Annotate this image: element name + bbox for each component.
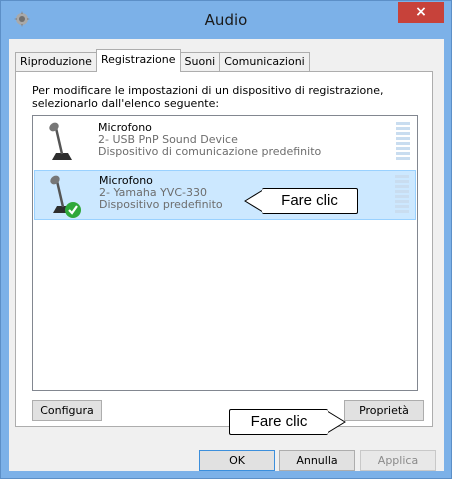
device-item-yamaha[interactable]: Microfono 2- Yamaha YVC-330 Dispositivo … [34,170,416,220]
cancel-button[interactable]: Annulla [279,450,355,471]
tab-registrazione[interactable]: Registrazione [95,49,181,72]
audio-dialog: Audio × Riproduzione Registrazione Suoni… [0,0,452,479]
device-status: Dispositivo predefinito [99,198,223,211]
callout-properties: Fare clic [229,409,328,435]
device-item-usb-pnp[interactable]: Microfono 2- USB PnP Sound Device Dispos… [34,118,416,168]
instructions-line-2: selezionarlo dall'elenco seguente: [32,97,220,110]
callout-device: Fare clic [262,188,358,214]
configure-button[interactable]: Configura [32,400,102,421]
title-bar[interactable]: Audio × [1,1,451,39]
level-meter [395,175,409,215]
tab-suoni[interactable]: Suoni [179,52,221,72]
tab-comunicazioni[interactable]: Comunicazioni [219,52,310,72]
apply-button[interactable]: Applica [360,450,436,471]
tab-strip: Riproduzione Registrazione Suoni Comunic… [15,49,310,72]
microphone-default-icon [50,175,81,218]
device-list[interactable]: Microfono 2- USB PnP Sound Device Dispos… [32,115,418,391]
close-button[interactable]: × [398,2,444,23]
dialog-client-area: Riproduzione Registrazione Suoni Comunic… [9,39,444,471]
instructions-line-1: Per modificare le impostazioni di un dis… [32,84,384,97]
recording-panel: Per modificare le impostazioni di un dis… [15,71,433,427]
tab-riproduzione[interactable]: Riproduzione [15,52,97,72]
level-meter [396,122,410,162]
device-status: Dispositivo di comunicazione predefinito [98,145,322,158]
window-title: Audio [204,11,248,29]
microphone-icon [49,122,72,160]
properties-button[interactable]: Proprietà [344,400,424,421]
ok-button[interactable]: OK [199,450,275,471]
close-icon: × [415,4,427,20]
instructions-text: Per modificare le impostazioni di un dis… [32,84,412,110]
